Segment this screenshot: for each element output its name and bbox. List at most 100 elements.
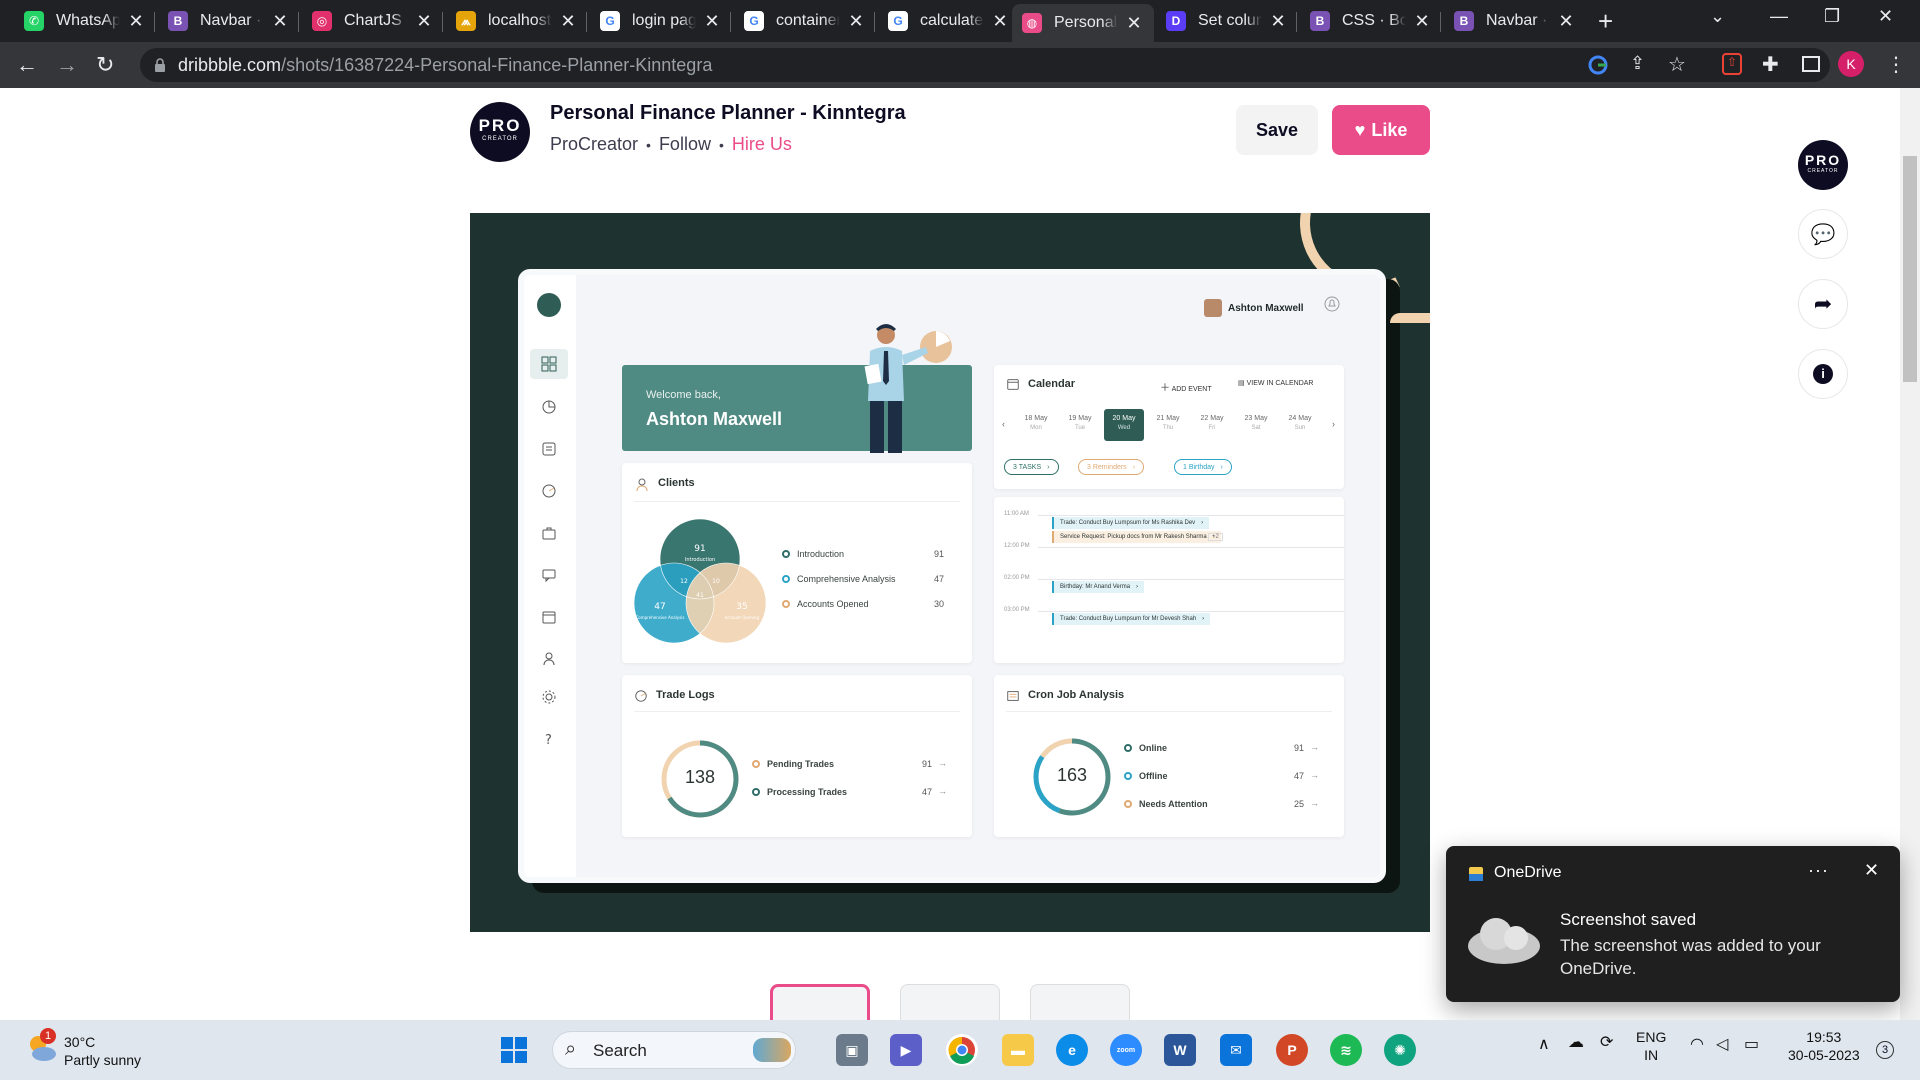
edge-icon[interactable]: e <box>1056 1034 1088 1066</box>
tab-close-icon[interactable]: ✕ <box>1556 11 1576 32</box>
sidebar-author-avatar[interactable]: PRO CREATOR <box>1798 140 1848 190</box>
tab-title: container <box>776 12 840 29</box>
save-button[interactable]: Save <box>1236 105 1318 155</box>
toast-more-icon[interactable]: ··· <box>1808 860 1829 881</box>
follow-link[interactable]: Follow <box>659 134 711 154</box>
browser-tab[interactable]: D Set colum ✕ <box>1156 4 1298 38</box>
tab-close-icon[interactable]: ✕ <box>1124 13 1144 34</box>
google-lens-icon[interactable] <box>1588 55 1608 75</box>
tab-close-icon[interactable]: ✕ <box>1268 11 1288 32</box>
scrollbar-thumb[interactable] <box>1903 156 1917 382</box>
shot-thumbnail-1[interactable] <box>770 984 870 1020</box>
browser-tab[interactable]: B Navbar · B ✕ <box>1444 4 1586 38</box>
browser-tab[interactable]: ✆ WhatsApp ✕ <box>14 4 156 38</box>
teams-chat-icon[interactable]: ▶ <box>890 1034 922 1066</box>
lock-icon <box>155 58 165 72</box>
spotify-icon[interactable]: ≋ <box>1330 1034 1362 1066</box>
battery-icon[interactable]: ▭ <box>1744 1036 1759 1054</box>
tray-sync-icon[interactable]: ⟳ <box>1600 1034 1613 1052</box>
chatgpt-icon[interactable]: ✺ <box>1384 1034 1416 1066</box>
onedrive-notification[interactable]: OneDrive ··· ✕ Screenshot saved The scre… <box>1446 846 1900 1002</box>
tab-close-icon[interactable]: ✕ <box>558 11 578 32</box>
tab-close-icon[interactable]: ✕ <box>702 11 722 32</box>
forward-icon[interactable]: → <box>56 52 78 78</box>
shot-thumbnail-3[interactable] <box>1030 984 1130 1020</box>
clients-user-icon <box>636 478 648 492</box>
language-indicator[interactable]: ENG IN <box>1636 1028 1666 1064</box>
windows-start-icon[interactable] <box>500 1036 528 1064</box>
browser-tab[interactable]: B Navbar · B ✕ <box>158 4 300 38</box>
chip-label: 1 Birthday <box>1183 463 1215 471</box>
tray-overflow-icon[interactable]: ∧ <box>1538 1036 1550 1054</box>
tab-close-icon[interactable]: ✕ <box>270 11 290 32</box>
weather-widget[interactable]: 1 30°C Partly sunny <box>24 1028 141 1069</box>
notification-count-badge[interactable]: 3 <box>1876 1041 1894 1059</box>
tab-close-icon[interactable]: ✕ <box>846 11 866 32</box>
app-logo <box>537 293 561 317</box>
tab-close-icon[interactable]: ✕ <box>126 11 146 32</box>
browser-tab[interactable]: Glogin pag ✕ <box>590 4 732 38</box>
shot-thumbnail-2[interactable] <box>900 984 1000 1020</box>
legend-label: Needs Attention <box>1139 799 1208 809</box>
bookmark-star-icon[interactable]: ☆ <box>1668 52 1686 77</box>
comment-button[interactable]: 💬 <box>1798 209 1848 259</box>
powerpoint-icon[interactable]: P <box>1276 1034 1308 1066</box>
toast-close-icon[interactable]: ✕ <box>1864 860 1879 881</box>
browser-tab[interactable]: ⩕ localhost ✕ <box>446 4 588 38</box>
tab-search-icon[interactable]: ⌄ <box>1710 6 1725 27</box>
calendar-chip: 3 Reminders › <box>1078 459 1145 475</box>
share-icon[interactable]: ⇪ <box>1630 53 1645 74</box>
tray-cloud-icon[interactable]: ☁ <box>1568 1034 1584 1052</box>
share-arrow-icon: ➦ <box>1813 291 1833 316</box>
legend-item: Offline <box>1124 771 1168 781</box>
calendar-day-date: 19 May <box>1068 415 1092 422</box>
word-icon[interactable]: W <box>1164 1034 1196 1066</box>
restore-icon[interactable]: ❐ <box>1824 6 1840 27</box>
schedule-event: Trade: Conduct Buy Lumpsum for Mr Devesh… <box>1052 613 1211 625</box>
chrome-icon[interactable] <box>946 1034 978 1066</box>
extensions-puzzle-icon[interactable]: ✚ <box>1762 52 1779 77</box>
legend-value: 47 <box>934 574 945 584</box>
volume-icon[interactable]: ◁ <box>1716 1036 1728 1054</box>
browser-tab[interactable]: Gcalculate ✕ <box>878 4 1020 38</box>
tab-close-icon[interactable]: ✕ <box>414 11 434 32</box>
like-button[interactable]: ♥ Like <box>1332 105 1430 155</box>
author-avatar[interactable]: PRO CREATOR <box>470 102 530 162</box>
address-bar[interactable]: dribbble.com/shots/16387224-Personal-Fin… <box>140 48 1830 82</box>
chip-chevron-icon: › <box>1047 463 1050 471</box>
mail-icon[interactable]: ✉ <box>1220 1034 1252 1066</box>
browser-tab[interactable]: ◎ ChartJS - ✕ <box>302 4 444 38</box>
tab-close-icon[interactable]: ✕ <box>990 11 1010 32</box>
legend-value: 25 <box>1294 799 1305 809</box>
shot-image[interactable]: ? Ashton Maxwell Welcome back, Ashton Ma… <box>470 213 1430 932</box>
legend-label: Processing Trades <box>767 787 848 797</box>
new-tab-button[interactable]: + <box>1598 6 1613 37</box>
profile-avatar[interactable]: K <box>1838 51 1864 77</box>
browser-tab[interactable]: ◍ Personal F ✕ <box>1012 4 1154 42</box>
zoom-icon[interactable]: zoom <box>1110 1034 1142 1066</box>
clock[interactable]: 19:53 30-05-2023 <box>1788 1028 1860 1064</box>
browser-menu-icon[interactable]: ⋮ <box>1886 52 1906 77</box>
calendar-day-dow: Mon <box>1030 425 1042 431</box>
author-link[interactable]: ProCreator <box>550 134 638 154</box>
browser-tab[interactable]: B CSS · Boo ✕ <box>1300 4 1442 38</box>
browser-tab[interactable]: Gcontainer ✕ <box>734 4 876 38</box>
reload-icon[interactable]: ↻ <box>96 52 114 78</box>
taskbar-search[interactable]: ⌕ Search <box>552 1031 796 1069</box>
google-icon: G <box>744 11 764 31</box>
minimize-icon[interactable]: — <box>1770 6 1788 27</box>
file-explorer-icon[interactable]: ▬ <box>1002 1034 1034 1066</box>
side-panel-icon[interactable] <box>1802 56 1820 72</box>
legend-value: 47 <box>922 787 933 797</box>
page-scrollbar[interactable] <box>1900 88 1920 1020</box>
tab-close-icon[interactable]: ✕ <box>1412 11 1432 32</box>
info-button[interactable]: i <box>1798 349 1848 399</box>
close-window-icon[interactable]: ✕ <box>1878 6 1893 27</box>
venn-ab-value: 12 <box>680 578 688 585</box>
extension-icon[interactable]: ⇧ <box>1722 53 1742 75</box>
share-button[interactable]: ➦ <box>1798 279 1848 329</box>
task-view-icon[interactable]: ▣ <box>836 1034 868 1066</box>
back-icon[interactable]: ← <box>16 52 38 78</box>
hire-us-link[interactable]: Hire Us <box>732 134 792 154</box>
wifi-icon[interactable]: ◠ <box>1690 1036 1704 1054</box>
